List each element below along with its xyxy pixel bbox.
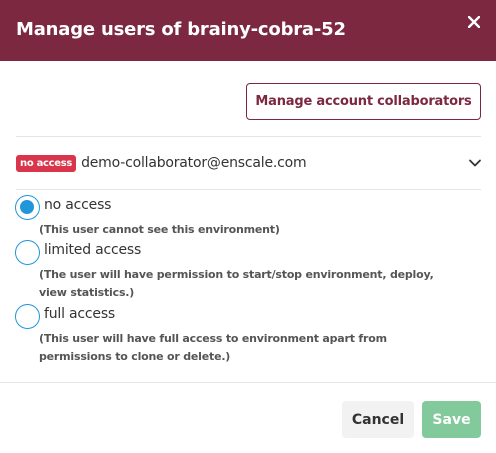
radio-full-access[interactable] xyxy=(15,304,40,329)
divider xyxy=(16,136,481,137)
manage-account-collaborators-button[interactable]: Manage account collaborators xyxy=(246,83,481,120)
option-description: (This user cannot see this environment) xyxy=(39,223,280,236)
cancel-button[interactable]: Cancel xyxy=(342,401,414,438)
user-email: demo-collaborator@enscale.com xyxy=(81,155,307,171)
dialog-header: Manage users of brainy-cobra-52 xyxy=(0,0,496,61)
close-icon xyxy=(468,16,480,28)
user-row[interactable]: no access demo-collaborator@enscale.com xyxy=(16,150,484,176)
access-option-no-access: no access (This user cannot see this env… xyxy=(15,195,475,240)
access-status-badge: no access xyxy=(16,154,77,172)
chevron-down-icon[interactable] xyxy=(468,156,482,170)
option-label[interactable]: limited access xyxy=(44,242,141,258)
manage-users-dialog: Manage users of brainy-cobra-52 Manage a… xyxy=(0,0,496,453)
close-button[interactable] xyxy=(464,12,484,32)
radio-limited-access[interactable] xyxy=(15,240,40,265)
dialog-title: Manage users of brainy-cobra-52 xyxy=(16,19,346,40)
save-button[interactable]: Save xyxy=(422,401,481,438)
divider xyxy=(16,189,481,190)
option-description: (The user will have permission to start/… xyxy=(39,268,434,299)
radio-no-access[interactable] xyxy=(15,195,40,220)
option-label[interactable]: full access xyxy=(44,306,115,322)
option-label[interactable]: no access xyxy=(44,197,111,213)
footer-divider xyxy=(0,382,496,383)
access-option-limited-access: limited access (The user will have permi… xyxy=(15,240,475,304)
access-option-full-access: full access (This user will have full ac… xyxy=(15,304,475,368)
option-description: (This user will have full access to envi… xyxy=(39,332,387,363)
